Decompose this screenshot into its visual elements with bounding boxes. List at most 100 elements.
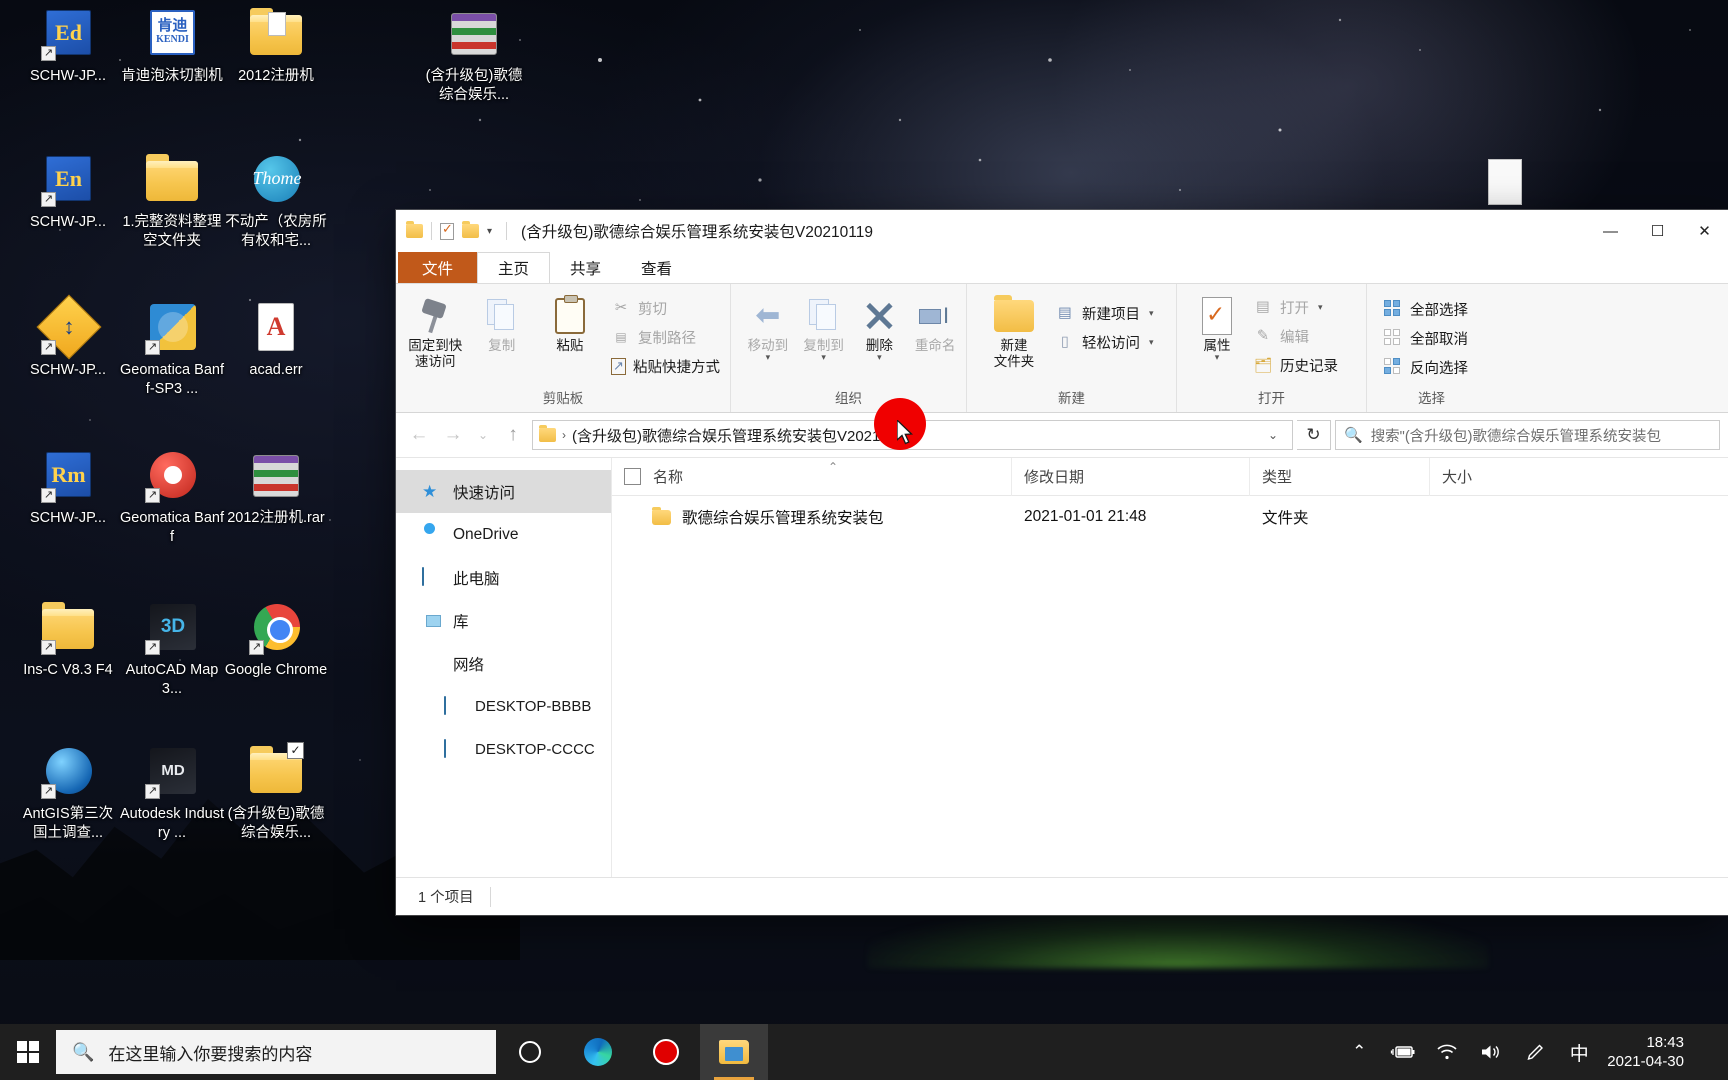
- ime-chinese-icon[interactable]: 中: [1557, 1024, 1601, 1080]
- copy-button[interactable]: 复制: [469, 292, 535, 354]
- edit-button[interactable]: ✎ 编辑: [1247, 323, 1344, 349]
- properties-icon[interactable]: [440, 221, 454, 240]
- paste-shortcut-button[interactable]: ↗ 粘贴快捷方式: [605, 353, 726, 379]
- wifi-icon[interactable]: [1425, 1024, 1469, 1080]
- chevron-down-icon[interactable]: ▾: [766, 353, 771, 362]
- select-none-button[interactable]: 全部取消: [1377, 325, 1474, 351]
- taskbar-app-recorder[interactable]: [632, 1024, 700, 1080]
- desktop-icon-schw-en[interactable]: En ↗ SCHW-JP...: [16, 152, 120, 232]
- desktop-icon-2012-keygen-rar[interactable]: 2012注册机.rar: [224, 448, 328, 528]
- show-desktop-button[interactable]: [1694, 1024, 1720, 1080]
- sidebar-item-onedrive[interactable]: OneDrive: [396, 513, 611, 556]
- desktop-icon-gede-folder[interactable]: ✓ (含升级包)歌德综合娱乐...: [224, 742, 328, 843]
- taskbar[interactable]: 🔍 在这里输入你要搜索的内容 ⌃ 中 18:43 2021-04-30: [0, 1024, 1728, 1080]
- system-tray[interactable]: ⌃ 中 18:43 2021-04-30: [1337, 1024, 1728, 1080]
- clock[interactable]: 18:43 2021-04-30: [1601, 1033, 1694, 1071]
- file-explorer-window[interactable]: ▾ (含升级包)歌德综合娱乐管理系统安装包V20210119 — ☐ ✕ 文件 …: [396, 210, 1728, 915]
- cut-button[interactable]: ✂ 剪切: [605, 295, 726, 321]
- pin-to-quick-access-button[interactable]: 固定到快 速访问: [400, 292, 467, 371]
- delete-button[interactable]: 删除 ▾: [853, 292, 907, 362]
- sidebar-item-quick-access[interactable]: ★ 快速访问: [396, 470, 611, 513]
- column-header-size[interactable]: 大小: [1430, 458, 1550, 496]
- tab-file[interactable]: 文件: [398, 252, 478, 283]
- new-folder-button[interactable]: 新建 文件夹: [981, 292, 1047, 371]
- maximize-button[interactable]: ☐: [1634, 210, 1681, 252]
- desktop-icon-complete-data-folder[interactable]: 1.完整资料整理空文件夹: [120, 152, 224, 251]
- desktop-icon-geomatica-banff-sp3[interactable]: ↗ Geomatica Banff-SP3 ...: [120, 300, 224, 399]
- easy-access-button[interactable]: ▯ 轻松访问 ▾: [1049, 329, 1160, 355]
- chevron-down-icon[interactable]: ▾: [1149, 308, 1154, 319]
- desktop-icon-schw-diamond[interactable]: ↕ ↗ SCHW-JP...: [16, 294, 120, 380]
- desktop-icon-schw-ed[interactable]: Ed ↗ SCHW-JP...: [16, 6, 120, 86]
- up-button[interactable]: ↑: [498, 420, 528, 450]
- ribbon-tabs[interactable]: 文件 主页 共享 查看: [396, 252, 1728, 283]
- copy-path-button[interactable]: ▤ 复制路径: [605, 324, 726, 350]
- chevron-down-icon[interactable]: ▾: [877, 353, 882, 362]
- pen-icon[interactable]: [1513, 1024, 1557, 1080]
- desktop-icon-2012-keygen-folder[interactable]: 2012注册机: [224, 6, 328, 86]
- start-button[interactable]: [0, 1024, 56, 1080]
- chevron-down-icon[interactable]: ▾: [1215, 353, 1220, 362]
- column-header-name[interactable]: 名称: [612, 457, 1012, 496]
- file-list-pane[interactable]: 名称 修改日期 类型 大小 ⌃ 歌德综合娱乐管理系统安装包 2021-01-01…: [612, 457, 1728, 877]
- paste-button[interactable]: 粘贴: [537, 292, 603, 354]
- column-header-date[interactable]: 修改日期: [1012, 457, 1250, 496]
- search-box[interactable]: 🔍 搜索"(含升级包)歌德综合娱乐管理系统安装包: [1335, 420, 1720, 450]
- breadcrumb-path[interactable]: (含升级包)歌德综合娱乐管理系统安装包V20210119: [572, 425, 913, 446]
- forward-button[interactable]: →: [438, 420, 468, 450]
- chevron-down-icon[interactable]: ▾: [1149, 337, 1154, 348]
- volume-icon[interactable]: [1469, 1024, 1513, 1080]
- taskbar-app-edge[interactable]: [564, 1024, 632, 1080]
- sidebar-item-libraries[interactable]: 库: [396, 599, 611, 642]
- refresh-button[interactable]: ↻: [1297, 420, 1331, 450]
- folder-icon[interactable]: [406, 221, 423, 238]
- desktop-icon-geomatica-banff[interactable]: ↗ Geomatica Banff: [120, 448, 224, 547]
- column-headers[interactable]: 名称 修改日期 类型 大小 ⌃: [612, 457, 1728, 496]
- minimize-button[interactable]: —: [1587, 210, 1634, 252]
- file-name-cell[interactable]: 歌德综合娱乐管理系统安装包: [612, 496, 1012, 538]
- desktop-icon-autodesk-industry[interactable]: MD ↗ Autodesk Industry ...: [120, 744, 224, 843]
- battery-icon[interactable]: [1381, 1024, 1425, 1080]
- taskbar-app-file-explorer[interactable]: [700, 1024, 768, 1080]
- taskbar-search-box[interactable]: 🔍 在这里输入你要搜索的内容: [56, 1030, 496, 1074]
- chevron-down-icon[interactable]: ▾: [1318, 302, 1323, 313]
- chevron-down-icon[interactable]: ▾: [487, 226, 492, 237]
- column-header-type[interactable]: 类型: [1250, 457, 1430, 496]
- taskbar-app-cortana[interactable]: [496, 1024, 564, 1080]
- open-button[interactable]: ▤ 打开 ▾: [1247, 294, 1344, 320]
- desktop-icon-partial-2[interactable]: 也: [0, 792, 10, 867]
- sidebar-item-desktop-bbbb[interactable]: DESKTOP-BBBB: [396, 685, 611, 728]
- new-folder-icon[interactable]: [462, 221, 479, 238]
- desktop-icon-gede-rar[interactable]: (含升级包)歌德综合娱乐...: [422, 6, 526, 105]
- chevron-down-icon[interactable]: ⌄: [1260, 428, 1286, 442]
- sidebar-item-this-pc[interactable]: 此电脑: [396, 556, 611, 599]
- desktop-icon-schw-rm[interactable]: Rm ↗ SCHW-JP...: [16, 448, 120, 528]
- table-row[interactable]: 歌德综合娱乐管理系统安装包 2021-01-01 21:48 文件夹: [612, 496, 1728, 538]
- desktop-icon-google-chrome[interactable]: ↗ Google Chrome: [224, 600, 328, 680]
- recent-locations-button[interactable]: ⌄: [472, 420, 494, 450]
- window-titlebar[interactable]: ▾ (含升级包)歌德综合娱乐管理系统安装包V20210119 — ☐ ✕: [396, 210, 1728, 252]
- select-all-checkbox[interactable]: [624, 468, 641, 485]
- desktop-icon-acad-err[interactable]: A acad.err: [224, 300, 328, 380]
- ribbon[interactable]: 固定到快 速访问 复制 粘贴 ✂ 剪切 ▤ 复制路径 ↗ 粘贴快捷方式 剪贴板 …: [396, 283, 1728, 413]
- tab-home[interactable]: 主页: [477, 252, 551, 283]
- address-bar[interactable]: ← → ⌄ ↑ › (含升级包)歌德综合娱乐管理系统安装包V20210119 ›…: [396, 413, 1728, 457]
- sidebar-item-network[interactable]: 网络: [396, 642, 611, 685]
- tab-view[interactable]: 查看: [621, 252, 692, 283]
- desktop-icon-autocad-map3d[interactable]: 3D ↗ AutoCAD Map 3...: [120, 600, 224, 699]
- quick-access-toolbar[interactable]: ▾: [406, 221, 508, 240]
- close-button[interactable]: ✕: [1681, 210, 1728, 252]
- desktop-icon-kendi[interactable]: 肯迪 KENDI 肯迪泡沫切割机: [120, 6, 224, 86]
- rename-button[interactable]: 重命名: [908, 292, 962, 354]
- desktop-icon-ins-c[interactable]: ↗ Ins-C V8.3 F4: [16, 600, 120, 680]
- tab-share[interactable]: 共享: [550, 252, 621, 283]
- desktop-icon-partial-1[interactable]: te: [0, 648, 10, 723]
- desktop-icon-antgis[interactable]: ↗ AntGIS第三次国土调查...: [16, 744, 120, 843]
- copy-to-button[interactable]: 复制到 ▾: [797, 292, 851, 362]
- window-controls[interactable]: — ☐ ✕: [1587, 210, 1728, 252]
- chevron-down-icon[interactable]: ▾: [821, 353, 826, 362]
- invert-selection-button[interactable]: 反向选择: [1377, 354, 1474, 380]
- navigation-pane[interactable]: ★ 快速访问 OneDrive 此电脑 库 网络 DESKTOP-BBBB DE…: [396, 458, 612, 877]
- desktop-icon-loose-paper[interactable]: [1452, 156, 1556, 217]
- desktop-icon-real-estate[interactable]: Thome 不动产（农房所有权和宅...: [224, 152, 328, 251]
